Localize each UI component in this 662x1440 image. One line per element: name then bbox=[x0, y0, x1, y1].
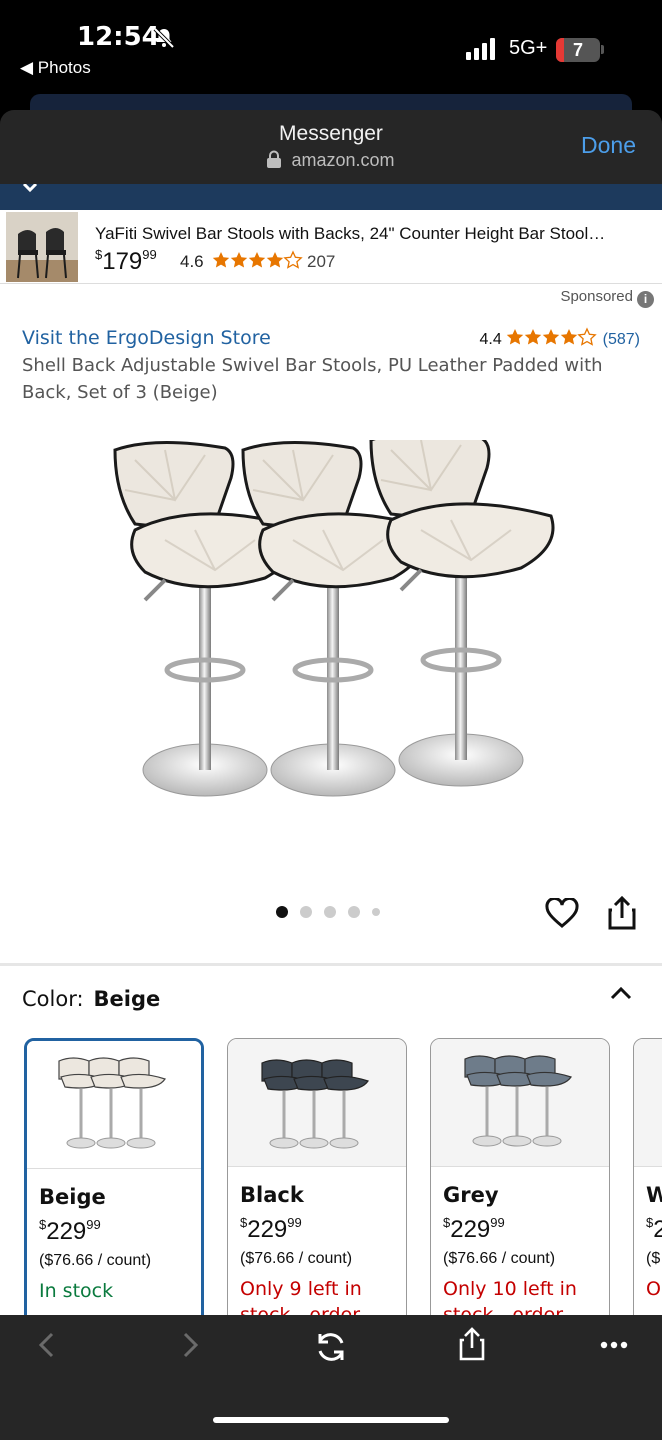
section-divider bbox=[0, 963, 662, 966]
swatch-price-whole: 229 bbox=[247, 1216, 288, 1243]
swatch-price-fraction: 99 bbox=[86, 1217, 101, 1232]
swatch-price-fraction: 99 bbox=[287, 1215, 302, 1230]
ad-review-count: 207 bbox=[307, 252, 336, 271]
ad-title[interactable]: YaFiti Swivel Bar Stools with Backs, 24"… bbox=[95, 224, 645, 244]
info-icon[interactable]: i bbox=[637, 291, 654, 308]
swatch-stock-status: In stock bbox=[39, 1280, 114, 1302]
swatch-price: $22999 bbox=[39, 1217, 101, 1246]
signal-icon bbox=[466, 38, 495, 60]
product-title: Shell Back Adjustable Swivel Bar Stools,… bbox=[22, 355, 603, 403]
reload-icon[interactable] bbox=[314, 1331, 348, 1363]
sponsored-text: Sponsored bbox=[560, 288, 633, 305]
status-time: 12:54 bbox=[77, 22, 160, 52]
image-carousel-dots[interactable] bbox=[276, 905, 392, 923]
ad-thumbnail bbox=[6, 212, 78, 282]
swatch-name: Black bbox=[240, 1183, 304, 1207]
swatch-price-whole: 229 bbox=[450, 1216, 491, 1243]
back-arrow-icon[interactable] bbox=[36, 1331, 58, 1359]
carousel-dot[interactable] bbox=[276, 906, 288, 918]
ad-star-rating bbox=[212, 251, 302, 269]
color-swatch-black[interactable]: Black $22999 ($76.66 / count) Only 9 lef… bbox=[227, 1038, 407, 1315]
store-link[interactable]: Visit the ErgoDesign Store bbox=[22, 327, 271, 349]
color-label-text: Color: bbox=[22, 987, 84, 1011]
swatch-unit-price: ($76.66 / count) bbox=[39, 1252, 152, 1269]
swatch-name: Beige bbox=[39, 1185, 106, 1209]
swatch-name: W bbox=[646, 1183, 662, 1207]
product-star-rating bbox=[506, 328, 597, 346]
swatch-price: $22999 bbox=[240, 1215, 302, 1244]
sponsored-ad-strip[interactable]: YaFiti Swivel Bar Stools with Backs, 24"… bbox=[0, 210, 662, 284]
ad-price-whole: 179 bbox=[102, 248, 143, 275]
swatch-unit-price: ($76.66 / count) bbox=[240, 1250, 353, 1267]
done-button[interactable]: Done bbox=[581, 132, 636, 159]
battery-tip bbox=[601, 45, 604, 54]
swatch-image bbox=[27, 1041, 201, 1169]
swatch-price: $22999 bbox=[443, 1215, 505, 1244]
header-url: amazon.com bbox=[0, 150, 662, 171]
status-bar: 12:54 ◀ Photos 5G+ 7 bbox=[0, 0, 662, 114]
swatch-stock-status: O bbox=[646, 1278, 661, 1300]
product-review-count: (587) bbox=[602, 331, 640, 348]
lock-icon bbox=[267, 150, 282, 168]
color-swatch-list: Beige $22999 ($76.66 / count) In stock B… bbox=[0, 1038, 662, 1315]
bell-slash-icon bbox=[153, 27, 175, 49]
battery-indicator: 7 bbox=[556, 38, 600, 62]
battery-level: 7 bbox=[572, 40, 583, 60]
swatch-stock-status: Only 10 left in stock - order bbox=[443, 1278, 577, 1315]
product-rating-value: 4.4 bbox=[479, 331, 502, 348]
network-type: 5G+ bbox=[509, 37, 548, 59]
chevron-down-icon bbox=[22, 184, 38, 193]
color-swatch-beige[interactable]: Beige $22999 ($76.66 / count) In stock bbox=[24, 1038, 204, 1315]
more-icon[interactable] bbox=[600, 1341, 628, 1349]
carousel-dot[interactable] bbox=[324, 906, 336, 918]
swatch-price: $2 bbox=[646, 1215, 662, 1244]
ad-price-fraction: 99 bbox=[142, 247, 157, 262]
product-image[interactable] bbox=[105, 440, 555, 820]
swatch-image bbox=[431, 1039, 609, 1167]
carousel-dot[interactable] bbox=[300, 906, 312, 918]
page-content: YaFiti Swivel Bar Stools with Backs, 24"… bbox=[0, 210, 662, 1315]
share-icon[interactable] bbox=[608, 896, 636, 930]
swatch-price-whole: 2 bbox=[653, 1216, 662, 1243]
header-title: Messenger bbox=[279, 122, 383, 145]
chevron-up-icon[interactable] bbox=[610, 986, 632, 1000]
product-rating[interactable]: 4.4 (587) bbox=[479, 327, 640, 349]
color-label: Color: Beige bbox=[22, 987, 160, 1011]
sponsored-label[interactable]: Sponsored i bbox=[560, 288, 654, 308]
swatch-name: Grey bbox=[443, 1183, 499, 1207]
swatch-image bbox=[228, 1039, 406, 1167]
carousel-dot[interactable] bbox=[372, 908, 380, 916]
forward-arrow-icon[interactable] bbox=[179, 1331, 201, 1359]
color-swatch-white[interactable]: W $2 ($ O bbox=[633, 1038, 662, 1315]
url-text: amazon.com bbox=[291, 150, 395, 170]
selected-color: Beige bbox=[93, 987, 161, 1011]
ad-rating: 4.6 bbox=[180, 252, 204, 271]
swatch-unit-price: ($ bbox=[646, 1250, 661, 1267]
swatch-price-whole: 229 bbox=[46, 1218, 87, 1245]
back-to-photos[interactable]: ◀ Photos bbox=[20, 58, 91, 78]
swatch-stock-status: Only 9 left in stock - order bbox=[240, 1278, 362, 1315]
ad-price: $17999 bbox=[95, 247, 157, 276]
swatch-unit-price: ($76.66 / count) bbox=[443, 1250, 556, 1267]
swatch-price-fraction: 99 bbox=[490, 1215, 505, 1230]
color-swatch-grey[interactable]: Grey $22999 ($76.66 / count) Only 10 lef… bbox=[430, 1038, 610, 1315]
page-peek-strip bbox=[0, 184, 662, 210]
share-icon[interactable] bbox=[459, 1327, 485, 1361]
home-indicator[interactable] bbox=[213, 1417, 449, 1423]
browser-header: Messenger amazon.com Done bbox=[0, 110, 662, 184]
heart-icon[interactable] bbox=[545, 898, 579, 928]
swatch-image bbox=[634, 1039, 662, 1167]
carousel-dot[interactable] bbox=[348, 906, 360, 918]
